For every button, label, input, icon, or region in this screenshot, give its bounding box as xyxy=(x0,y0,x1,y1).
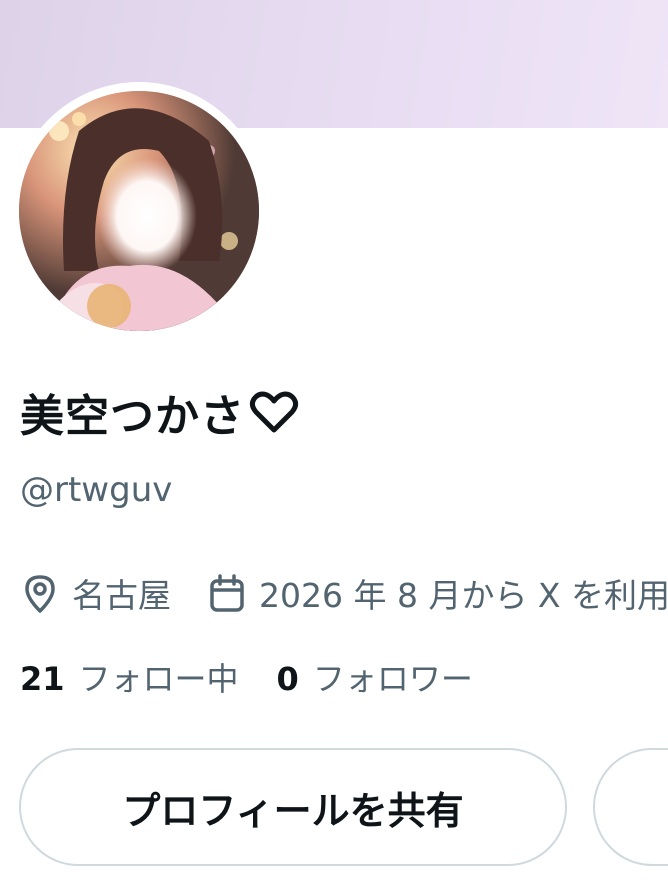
follow-stats: 21 フォロー中 0 フォロワー xyxy=(20,652,511,702)
share-profile-button[interactable]: プロフィールを共有 xyxy=(19,748,567,866)
followers-count: 0 xyxy=(276,660,299,698)
following-link[interactable]: 21 フォロー中 xyxy=(20,654,239,700)
joined-text: 2026 年 8 月から X を利用しています xyxy=(259,576,668,615)
secondary-action-button[interactable] xyxy=(593,748,668,866)
calendar-icon xyxy=(210,574,244,612)
location: 名古屋 xyxy=(20,569,171,617)
joined-date: 2026 年 8 月から X を利用しています xyxy=(207,569,668,617)
location-text: 名古屋 xyxy=(72,576,171,615)
followers-link[interactable]: 0 フォロワー xyxy=(277,654,473,700)
avatar-photo xyxy=(19,91,259,331)
location-pin-icon xyxy=(25,575,55,613)
display-name-text: 美空つかさ xyxy=(20,391,245,442)
followers-label: フォロワー xyxy=(312,660,473,698)
handle: @rtwguv xyxy=(20,470,173,510)
heart-icon xyxy=(249,391,299,433)
profile-page: 美空つかさ @rtwguv 名古屋 2026 年 8 月から X を利用していま… xyxy=(0,0,668,891)
following-label: フォロー中 xyxy=(78,660,239,698)
profile-meta: 名古屋 2026 年 8 月から X を利用しています xyxy=(20,568,668,618)
display-name: 美空つかさ xyxy=(20,380,299,444)
following-count: 21 xyxy=(20,660,65,698)
avatar[interactable] xyxy=(19,91,259,331)
